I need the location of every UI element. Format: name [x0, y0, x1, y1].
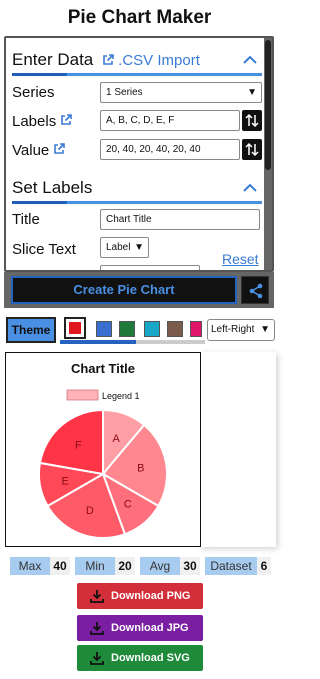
swap-vertical-icon	[245, 113, 259, 128]
panel-content: Enter Data .CSV Import Series 1 Series ▼…	[6, 38, 266, 270]
chart-preview: Chart Title Legend 1 A B C D E F	[5, 352, 201, 547]
slice-text-label: Slice Text	[12, 241, 76, 258]
slice-label-b: B	[137, 462, 144, 474]
labels-sort-button[interactable]	[242, 110, 262, 131]
chart-preview-side	[200, 352, 276, 547]
action-bar: Create Pie Chart	[4, 272, 274, 308]
slice-label-a: A	[112, 433, 120, 445]
stat-max-label: Max	[10, 557, 50, 575]
legend-swatch	[66, 389, 99, 401]
slice-text-select[interactable]: Label ▼	[100, 237, 149, 258]
slice-label-f: F	[75, 440, 82, 452]
set-labels-header[interactable]: Set Labels	[12, 174, 262, 204]
swatch-blue[interactable]	[96, 321, 112, 337]
download-icon	[90, 590, 104, 603]
swatch-brown[interactable]	[167, 321, 183, 337]
download-svg-label: Download SVG	[111, 652, 190, 664]
next-field-partial[interactable]	[100, 265, 200, 270]
values-sort-button[interactable]	[242, 139, 262, 160]
labels-input[interactable]: A, B, C, D, E, F	[100, 110, 240, 131]
download-icon	[90, 622, 104, 635]
swatch-red-fill	[69, 322, 81, 334]
stat-min-label: Min	[75, 557, 115, 575]
chevron-up-icon[interactable]	[242, 180, 258, 196]
panel-scrollbar[interactable]	[264, 38, 272, 270]
external-link-icon[interactable]	[60, 114, 73, 126]
slice-label-e: E	[62, 476, 69, 488]
pie-chart: Chart Title Legend 1 A B C D E F	[38, 361, 168, 539]
value-label-text: Value	[12, 142, 50, 159]
chart-title-input[interactable]: Chart Title	[100, 209, 260, 230]
stat-avg-label: Avg	[140, 557, 180, 575]
section-divider-accent	[12, 73, 67, 76]
chevron-down-icon: ▼	[260, 324, 270, 335]
swatch-scrollbar[interactable]	[60, 340, 205, 344]
download-jpg-label: Download JPG	[111, 622, 189, 634]
share-icon	[249, 283, 263, 299]
pie-slices: A B C D E F	[38, 408, 168, 539]
share-button[interactable]	[241, 276, 269, 304]
series-select-value: 1 Series	[106, 87, 143, 98]
value-label: Value	[12, 142, 66, 159]
slice-text-select-value: Label	[106, 242, 131, 253]
swatch-scroll-thumb[interactable]	[60, 340, 136, 344]
create-chart-button[interactable]: Create Pie Chart	[11, 276, 237, 304]
chevron-up-icon[interactable]	[242, 52, 258, 68]
csv-import-label: .CSV Import	[118, 52, 200, 69]
download-png-label: Download PNG	[111, 590, 191, 602]
download-icon	[90, 652, 104, 665]
swap-vertical-icon	[245, 142, 259, 157]
swatch-cyan[interactable]	[144, 321, 160, 337]
values-input[interactable]: 20, 40, 20, 40, 20, 40	[100, 139, 240, 160]
section-divider-accent	[12, 201, 67, 204]
swatch-pink[interactable]	[190, 321, 202, 337]
stat-max-value: 40	[50, 557, 70, 575]
stat-avg-value: 30	[180, 557, 200, 575]
series-select[interactable]: 1 Series ▼	[100, 82, 262, 103]
chart-title: Chart Title	[71, 361, 135, 376]
labels-label-text: Labels	[12, 113, 57, 130]
app-title: Pie Chart Maker	[67, 7, 212, 28]
chevron-down-icon: ▼	[134, 242, 144, 253]
legend-label: Legend 1	[102, 391, 140, 401]
legend-position-select[interactable]: Left-Right ▼	[207, 319, 275, 341]
set-labels-heading: Set Labels	[12, 178, 93, 197]
swatch-red-selected[interactable]	[64, 317, 86, 339]
chevron-down-icon: ▼	[247, 87, 257, 98]
title-label: Title	[12, 211, 40, 228]
stat-min-value: 20	[115, 557, 135, 575]
slice-label-c: C	[124, 498, 132, 510]
series-label: Series	[12, 84, 55, 101]
download-svg-button[interactable]: Download SVG	[77, 645, 203, 671]
theme-button[interactable]: Theme	[6, 317, 56, 343]
slice-label-d: D	[86, 505, 94, 517]
labels-label: Labels	[12, 113, 73, 130]
csv-import-link[interactable]: .CSV Import	[102, 52, 200, 69]
reset-link[interactable]: Reset	[222, 251, 259, 267]
enter-data-header[interactable]: Enter Data .CSV Import	[12, 46, 262, 76]
download-png-button[interactable]: Download PNG	[77, 583, 203, 609]
stat-dataset-label: Dataset	[205, 557, 257, 575]
legend-position-value: Left-Right	[211, 324, 255, 335]
external-link-icon	[103, 54, 114, 65]
stat-dataset-value: 6	[257, 557, 271, 575]
panel-scroll-thumb[interactable]	[265, 40, 271, 170]
data-panel: Enter Data .CSV Import Series 1 Series ▼…	[4, 36, 274, 272]
download-jpg-button[interactable]: Download JPG	[77, 615, 203, 641]
pie-slice-f	[38, 408, 104, 476]
swatch-green[interactable]	[119, 321, 135, 337]
enter-data-heading: Enter Data	[12, 50, 94, 69]
external-link-icon[interactable]	[53, 143, 66, 155]
